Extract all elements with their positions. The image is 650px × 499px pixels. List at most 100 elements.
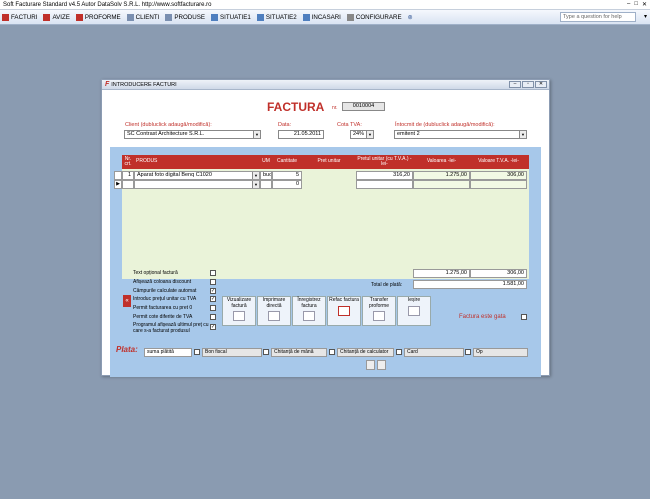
option-checkbox[interactable]: ✓ — [210, 288, 216, 294]
menu-facturi[interactable]: FACTURI — [2, 13, 37, 21]
chevron-down-icon[interactable]: ▼ — [366, 131, 373, 138]
payment-method-checkbox[interactable] — [396, 349, 402, 355]
redo-invoice-button[interactable]: Refac factura — [327, 296, 361, 326]
option-checkbox[interactable]: ✓ — [210, 296, 216, 302]
produse-icon — [165, 13, 173, 21]
col-pret-tva: Pretul unitar (cu T.V.A.) -lei- — [357, 155, 412, 167]
option-checkbox[interactable] — [210, 305, 216, 311]
row-produs[interactable]: Aparat foto digital Benq C1020 ▼ — [134, 171, 260, 180]
close-icon[interactable]: ✕ — [642, 1, 647, 8]
menu-proforme[interactable]: PROFORME — [75, 13, 121, 21]
clienti-icon — [126, 13, 134, 21]
collapse-options-icon[interactable]: « — [123, 295, 131, 307]
col-cantitate: Cantitate — [276, 158, 297, 165]
close-icon[interactable]: ✕ — [535, 81, 547, 88]
row-um[interactable] — [260, 180, 272, 189]
invoice-window: F INTRODUCERE FACTURI – ▫ ✕ FACTURA nr. 0… — [101, 79, 550, 377]
payment-method-label: Op — [473, 348, 528, 357]
row-nr — [122, 180, 134, 189]
invoice-window-title: INTRODUCERE FACTURI — [111, 81, 177, 88]
payment-label: Plata: — [116, 345, 138, 354]
preview-invoice-button[interactable]: Vizualizare factură — [222, 296, 256, 326]
option-checkbox[interactable] — [210, 314, 216, 320]
transfer-icon — [373, 311, 385, 321]
invoice-ready-label: Factura este gata — [459, 314, 506, 320]
help-question-input[interactable]: Type a question for help — [560, 12, 636, 22]
app-title: Soft Facturare Standard v4.5 Autor DataS… — [3, 1, 212, 8]
minimize-icon[interactable]: – — [627, 1, 630, 8]
payment-method-checkbox[interactable] — [465, 349, 471, 355]
option-label: Introduc prețul unitar cu TVA — [133, 296, 197, 302]
row-cantitate[interactable]: 0 — [272, 180, 302, 189]
row-valoare-tva — [470, 180, 527, 189]
total-tva: 306,00 — [470, 269, 527, 278]
vat-rate-select[interactable]: 24% ▼ — [350, 130, 374, 139]
col-um: UM — [262, 158, 270, 165]
invoice-number-field[interactable]: 0010004 — [342, 102, 385, 111]
date-field[interactable]: 21.05.2011 — [278, 130, 324, 139]
payment-method-label: Bon fiscal — [202, 348, 262, 357]
receipt-preview-icon[interactable] — [366, 360, 375, 370]
row-valoare-tva: 306,00 — [470, 171, 527, 180]
maximize-icon[interactable]: □ — [634, 1, 638, 8]
redo-icon — [338, 305, 350, 316]
intocmit-label: Întocmit de (dubluclick adaugă/modifică)… — [395, 122, 495, 128]
option-label: Permit facturarea cu pret 0 — [133, 305, 193, 311]
row-selector[interactable]: ▶ — [114, 180, 122, 189]
receipt-print-icon[interactable] — [377, 360, 386, 370]
menu-avize[interactable]: AVIZE — [43, 13, 70, 21]
menu-clienti[interactable]: CLIENTI — [126, 13, 159, 21]
amount-paid-field[interactable]: suma plătită — [144, 348, 192, 357]
row-pret-tva[interactable]: 316,20 — [356, 171, 413, 180]
menu-situatie2[interactable]: SITUATIE2 — [256, 13, 297, 21]
facturi-icon — [2, 13, 9, 21]
row-um[interactable]: buc — [260, 171, 272, 180]
invoice-ready-checkbox[interactable] — [521, 314, 527, 320]
minimize-icon[interactable]: – — [509, 81, 521, 88]
window-controls: – □ ✕ — [627, 1, 650, 8]
client-select[interactable]: SC Contrast Architecture S.R.L. ▼ — [124, 130, 261, 139]
payment-method-checkbox[interactable] — [194, 349, 200, 355]
payment-method-checkbox[interactable] — [263, 349, 269, 355]
row-pret-tva[interactable] — [356, 180, 413, 189]
payment-method-checkbox[interactable] — [329, 349, 335, 355]
issuer-select[interactable]: emitent 2 ▼ — [394, 130, 527, 139]
invoice-window-controls: – ▫ ✕ — [509, 81, 549, 88]
exit-button[interactable]: Ieșire — [397, 296, 431, 326]
chevron-down-icon[interactable]: ▼ — [252, 172, 259, 179]
chevron-down-icon[interactable]: ▼ — [252, 181, 259, 188]
chevron-down-icon[interactable]: ▼ — [253, 131, 260, 138]
option-checkbox[interactable] — [210, 270, 216, 276]
situatie1-icon — [211, 13, 218, 21]
menu-configurare[interactable]: CONFIGURARE — [346, 13, 402, 21]
row-valoarea: 1.275,00 — [413, 171, 470, 180]
option-label: Programul afișează ultimul preț cu care … — [133, 322, 209, 334]
invoice-window-titlebar: F INTRODUCERE FACTURI – ▫ ✕ — [102, 80, 549, 90]
menu-help-chevron-icon[interactable]: ⊚ — [408, 14, 413, 21]
total-label: Total de plată: — [371, 282, 403, 288]
menu-produse[interactable]: PRODUSE — [165, 13, 205, 21]
row-produs[interactable]: ▼ — [134, 180, 260, 189]
option-checkbox[interactable] — [210, 279, 216, 285]
invoice-grid-header: Nr. crt. PRODUS UM Cantitate Pret unitar… — [122, 155, 529, 169]
restore-icon[interactable]: ▫ — [522, 81, 534, 88]
print-direct-button[interactable]: Imprimare directă — [257, 296, 291, 326]
chevron-down-icon[interactable]: ▼ — [519, 131, 526, 138]
configurare-icon — [346, 13, 354, 21]
row-cantitate[interactable]: 5 — [272, 171, 302, 180]
proforme-icon — [75, 13, 83, 21]
transfer-proforme-button[interactable]: Transfer proforme — [362, 296, 396, 326]
situatie2-icon — [256, 13, 264, 21]
exit-door-icon — [408, 305, 420, 316]
option-checkbox[interactable]: ✓ — [210, 324, 216, 330]
payment-method-label: Chitanță de calculator — [337, 348, 394, 357]
menu-situatie1[interactable]: SITUATIE1 — [211, 13, 251, 21]
save-invoice-button[interactable]: Înregistrez factura — [292, 296, 326, 326]
menu-incasari[interactable]: INCASARI — [302, 13, 341, 21]
option-label: Afișează coloana discount — [133, 279, 192, 285]
client-label: Client (dubluclick adaugă/modifică): — [125, 122, 212, 128]
chevron-down-icon[interactable]: ▾ — [644, 13, 647, 20]
payment-method-label: Card — [404, 348, 464, 357]
nr-label: nr. — [332, 105, 338, 111]
row-selector[interactable] — [114, 171, 122, 180]
